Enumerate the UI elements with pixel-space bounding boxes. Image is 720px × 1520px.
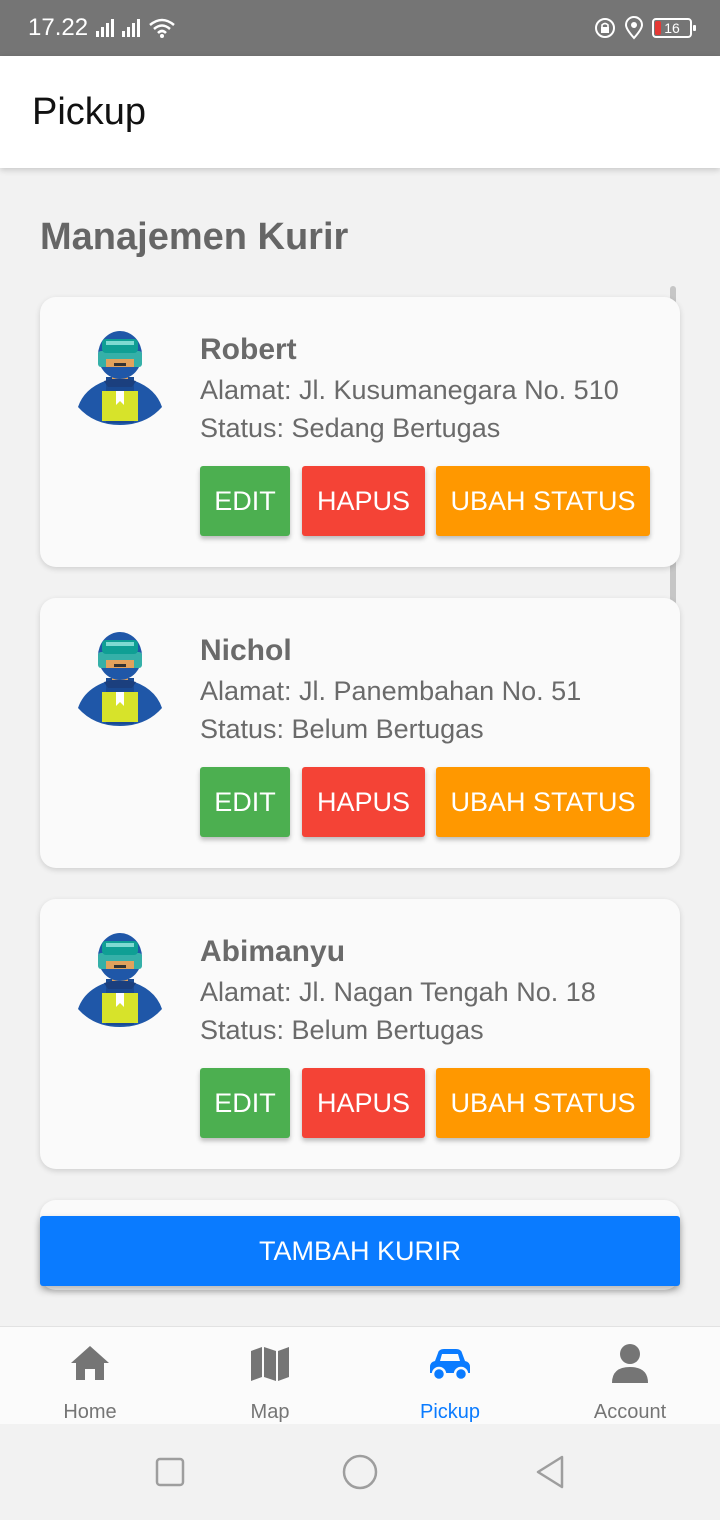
courier-name: Robert bbox=[200, 333, 297, 366]
courier-status: Status: Belum Bertugas bbox=[200, 1015, 484, 1045]
courier-status: Status: Belum Bertugas bbox=[200, 714, 484, 744]
status-bar-left: 17.22 bbox=[28, 14, 176, 42]
delete-button[interactable]: HAPUS bbox=[302, 767, 425, 837]
change-status-button[interactable]: UBAH STATUS bbox=[436, 767, 650, 837]
change-status-button[interactable]: UBAH STATUS bbox=[436, 466, 650, 536]
lock-rotation-icon bbox=[595, 18, 615, 38]
nav-label: Account bbox=[593, 1401, 667, 1423]
courier-avatar bbox=[76, 927, 164, 1031]
app-bar: Pickup bbox=[0, 56, 720, 168]
courier-card: Abimanyu Alamat: Jl. Nagan Tengah No. 18… bbox=[40, 899, 680, 1169]
edit-button[interactable]: EDIT bbox=[200, 466, 290, 536]
nav-account[interactable]: Account bbox=[540, 1327, 720, 1425]
delete-button[interactable]: HAPUS bbox=[302, 1068, 425, 1138]
recent-apps-icon[interactable] bbox=[150, 1452, 190, 1492]
nav-home[interactable]: Home bbox=[0, 1327, 180, 1425]
wifi-icon bbox=[149, 18, 175, 38]
courier-card: Nichol Alamat: Jl. Panembahan No. 51 Sta… bbox=[40, 598, 680, 868]
account-icon bbox=[612, 1344, 648, 1383]
add-courier-button[interactable]: TAMBAH KURIR bbox=[40, 1216, 680, 1286]
signal-icon bbox=[122, 19, 141, 37]
nav-label: Pickup bbox=[419, 1401, 481, 1423]
location-icon bbox=[624, 16, 644, 40]
battery-level: 16 bbox=[664, 20, 680, 36]
courier-card: Robert Alamat: Jl. Kusumanegara No. 510 … bbox=[40, 297, 680, 567]
car-icon bbox=[430, 1349, 470, 1382]
signal-icon bbox=[96, 19, 115, 37]
clock: 17.22 bbox=[28, 14, 89, 41]
courier-name: Abimanyu bbox=[200, 935, 346, 968]
status-bar-right: 16 bbox=[594, 16, 696, 40]
home-icon bbox=[71, 1346, 109, 1380]
map-icon bbox=[251, 1347, 289, 1381]
courier-avatar bbox=[76, 626, 164, 730]
battery-icon: 16 bbox=[652, 18, 696, 38]
courier-address: Alamat: Jl. Nagan Tengah No. 18 bbox=[200, 977, 596, 1007]
status-bar: 17.22 16 bbox=[0, 0, 720, 56]
nav-label: Map bbox=[250, 1401, 290, 1423]
home-circle-icon[interactable] bbox=[340, 1452, 380, 1492]
section-title: Manajemen Kurir bbox=[40, 216, 349, 258]
content[interactable]: Manajemen Kurir Robert Alamat: Jl. Kusum… bbox=[0, 168, 720, 1326]
change-status-button[interactable]: UBAH STATUS bbox=[436, 1068, 650, 1138]
delete-button[interactable]: HAPUS bbox=[302, 466, 425, 536]
app-title: Pickup bbox=[32, 90, 147, 133]
courier-name: Nichol bbox=[200, 634, 292, 667]
courier-avatar bbox=[76, 325, 164, 429]
system-navigation bbox=[0, 1424, 720, 1520]
courier-address: Alamat: Jl. Kusumanegara No. 510 bbox=[200, 375, 619, 405]
edit-button[interactable]: EDIT bbox=[200, 1068, 290, 1138]
courier-address: Alamat: Jl. Panembahan No. 51 bbox=[200, 676, 582, 706]
edit-button[interactable]: EDIT bbox=[200, 767, 290, 837]
courier-status: Status: Sedang Bertugas bbox=[200, 413, 501, 443]
nav-pickup[interactable]: Pickup bbox=[360, 1327, 540, 1425]
nav-map[interactable]: Map bbox=[180, 1327, 360, 1425]
back-icon[interactable] bbox=[530, 1452, 570, 1492]
nav-label: Home bbox=[63, 1401, 117, 1423]
bottom-nav: Home Map Pickup Account bbox=[0, 1326, 720, 1424]
